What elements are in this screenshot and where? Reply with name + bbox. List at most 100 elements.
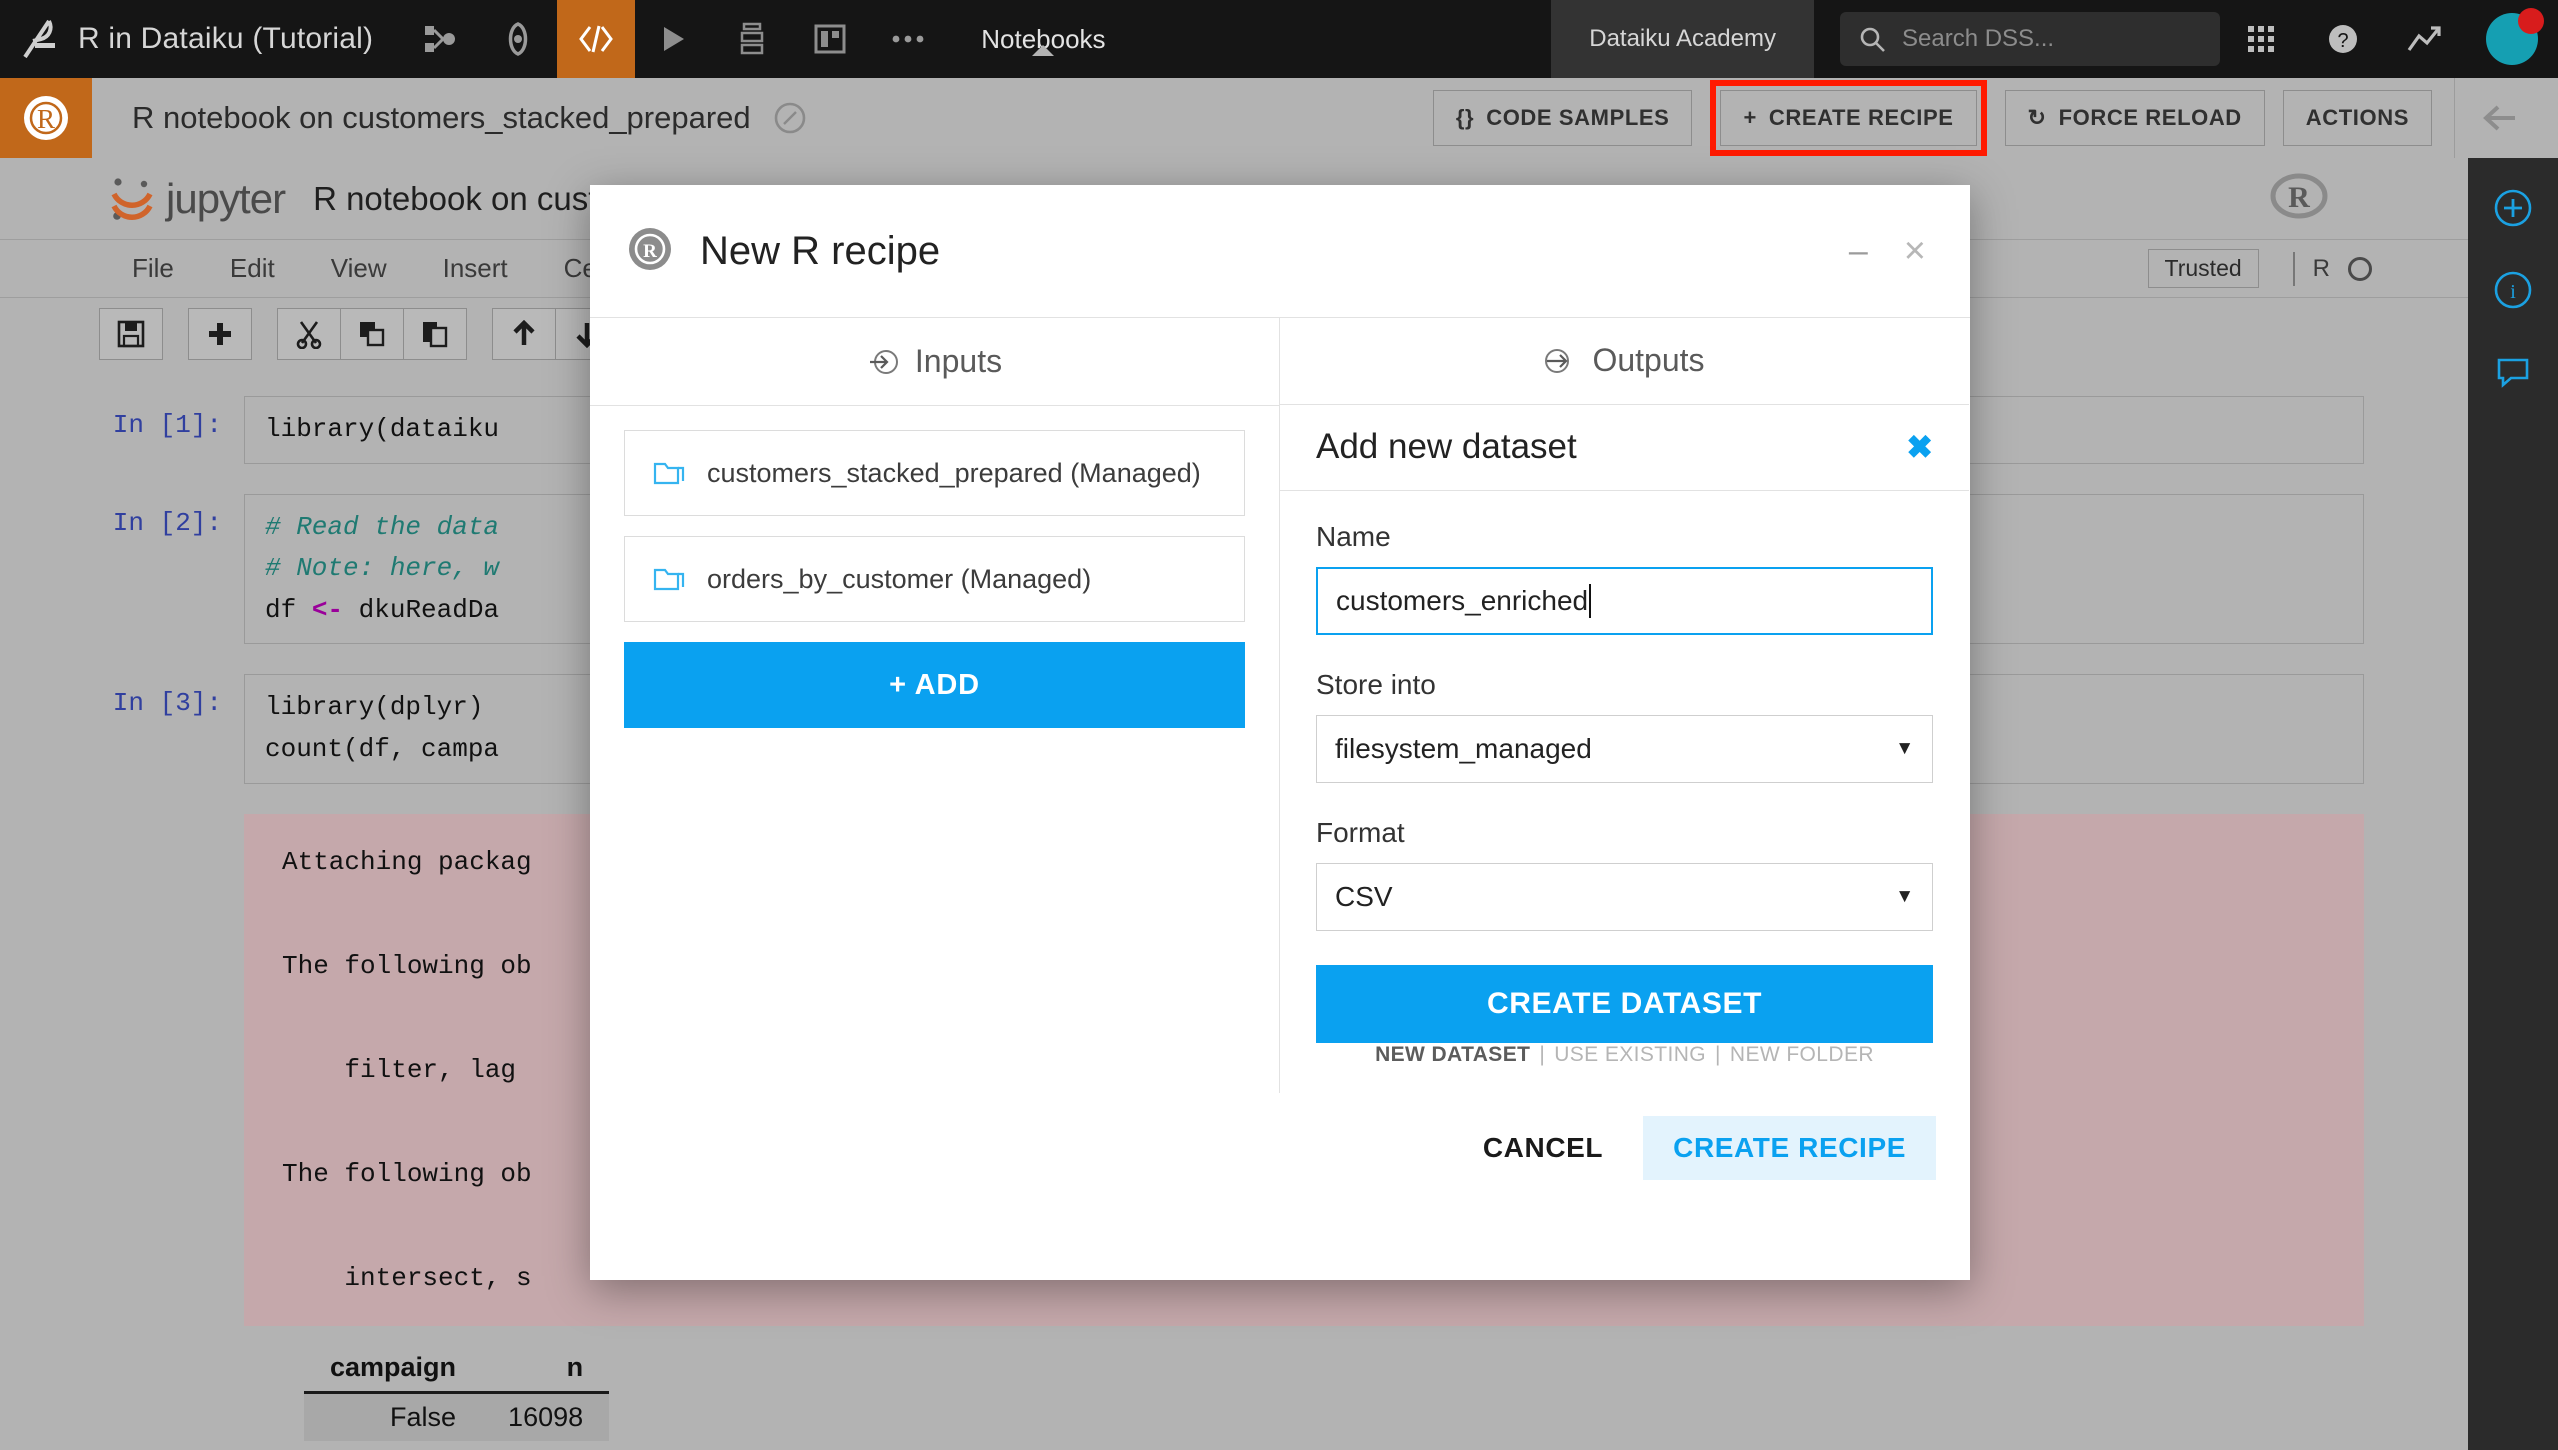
cell-campaign: False xyxy=(304,1392,483,1441)
new-recipe-modal: R New R recipe – × Inputs customers_stac… xyxy=(590,185,1970,1280)
jupyter-logo-icon[interactable]: jupyter xyxy=(104,170,286,228)
page-title: R notebook on customers_stacked_prepared xyxy=(132,100,751,135)
tab-inputs[interactable]: Inputs xyxy=(590,318,1279,406)
output-line: filter, lag xyxy=(282,1054,517,1085)
create-dataset-button[interactable]: CREATE DATASET xyxy=(1316,965,1933,1043)
input-dataset-item[interactable]: customers_stacked_prepared (Managed) xyxy=(624,430,1245,516)
input-dataset-label: customers_stacked_prepared (Managed) xyxy=(707,457,1201,488)
modal-title: New R recipe xyxy=(700,228,941,273)
column-header-n: n xyxy=(482,1343,610,1394)
cancel-button[interactable]: CANCEL xyxy=(1453,1116,1633,1180)
store-into-select[interactable]: filesystem_managed ▼ xyxy=(1316,715,1933,783)
copy-cell-button[interactable] xyxy=(340,308,404,360)
current-section-tab[interactable]: Notebooks xyxy=(947,24,1139,56)
code-icon[interactable] xyxy=(557,0,636,78)
add-icon[interactable] xyxy=(2489,184,2537,232)
create-recipe-submit-button[interactable]: CREATE RECIPE xyxy=(1643,1116,1936,1180)
divider: | xyxy=(1715,1043,1721,1066)
activity-icon[interactable] xyxy=(2384,0,2466,78)
collapse-rail-button[interactable] xyxy=(2454,78,2544,158)
project-title[interactable]: R in Dataiku (Tutorial) xyxy=(78,22,401,56)
jupyter-wordmark: jupyter xyxy=(166,174,286,222)
code-line: # Note: here, w xyxy=(265,553,500,584)
mode-link-use-existing[interactable]: USE EXISTING xyxy=(1554,1043,1706,1067)
flow-icon[interactable] xyxy=(401,0,479,78)
lab-icon[interactable] xyxy=(479,0,557,78)
top-navbar: R in Dataiku (Tutorial) Notebooks Dataik… xyxy=(0,0,2558,78)
code-line: # Read the data xyxy=(265,511,500,542)
store-into-value: filesystem_managed xyxy=(1335,733,1592,764)
play-icon[interactable] xyxy=(635,0,713,78)
add-dataset-form: Name customers_enriched Store into files… xyxy=(1280,491,1969,1093)
close-icon[interactable]: × xyxy=(1904,232,1926,270)
app-root: R in Dataiku (Tutorial) Notebooks Dataik… xyxy=(0,0,2558,1450)
cell-prompt: In [3]: xyxy=(112,688,222,719)
force-reload-label: FORCE RELOAD xyxy=(2058,105,2242,130)
discussions-icon[interactable] xyxy=(2489,348,2537,396)
move-cell-up-button[interactable] xyxy=(492,308,556,360)
cell-n: 16098 xyxy=(482,1392,610,1441)
code-samples-label: CODE SAMPLES xyxy=(1486,105,1670,130)
chevron-down-icon: ▼ xyxy=(1895,886,1914,907)
dataset-name-input[interactable]: customers_enriched xyxy=(1316,567,1933,635)
help-icon[interactable]: ? xyxy=(2302,0,2384,78)
more-icon[interactable] xyxy=(869,0,947,78)
input-dataset-item[interactable]: orders_by_customer (Managed) xyxy=(624,536,1245,622)
jobs-icon[interactable] xyxy=(713,0,791,78)
format-label: Format xyxy=(1316,817,1405,848)
column-header-campaign: campaign xyxy=(304,1343,483,1394)
tab-inputs-label: Inputs xyxy=(914,343,1003,379)
dataset-name-value: customers_enriched xyxy=(1336,585,1589,616)
kernel-separator xyxy=(2292,251,2295,286)
result-table: campaign n False 16098 True 5100 xyxy=(304,1343,610,1450)
table-header-row: campaign n xyxy=(304,1343,610,1394)
code-samples-button[interactable]: {} CODE SAMPLES xyxy=(1432,90,1693,146)
menu-view[interactable]: View xyxy=(303,253,415,284)
format-value: CSV xyxy=(1335,881,1393,912)
table-row: True 5100 xyxy=(304,1441,609,1450)
save-button[interactable] xyxy=(99,308,163,360)
outputs-panel: Outputs Add new dataset ✖ Name customers… xyxy=(1280,318,1969,1093)
info-icon[interactable]: i xyxy=(2489,266,2537,314)
output-line: intersect, s xyxy=(282,1262,532,1293)
mode-link-new-dataset[interactable]: NEW DATASET xyxy=(1375,1043,1530,1067)
dataset-folder-icon xyxy=(653,462,685,485)
output-line: The following ob xyxy=(282,1158,532,1189)
kernel-status-icon xyxy=(2348,256,2372,281)
modal-body: Inputs customers_stacked_prepared (Manag… xyxy=(590,318,1970,1093)
create-recipe-button[interactable]: + CREATE RECIPE xyxy=(1720,90,1977,146)
notebook-header-bar: R R notebook on customers_stacked_prepar… xyxy=(0,78,2558,158)
insert-cell-button[interactable] xyxy=(188,308,252,360)
create-recipe-label: CREATE RECIPE xyxy=(1768,105,1954,130)
toolbar-group-edit xyxy=(277,308,467,360)
actions-button[interactable]: ACTIONS xyxy=(2282,90,2432,146)
force-reload-button[interactable]: ↻ FORCE RELOAD xyxy=(2004,90,2265,146)
menu-insert[interactable]: Insert xyxy=(415,253,536,284)
dashboard-icon[interactable] xyxy=(791,0,869,78)
cut-cell-button[interactable] xyxy=(277,308,341,360)
apps-grid-icon[interactable] xyxy=(2220,0,2302,78)
dataiku-logo-icon[interactable] xyxy=(0,0,78,78)
close-x-icon[interactable]: ✖ xyxy=(1906,428,1933,466)
search-input[interactable]: Search DSS... xyxy=(1840,12,2220,66)
format-select[interactable]: CSV ▼ xyxy=(1316,863,1933,931)
menu-edit[interactable]: Edit xyxy=(202,253,303,284)
arrow-out-circle-icon xyxy=(1545,348,1570,373)
modal-header: R New R recipe – × xyxy=(590,185,1970,318)
notification-badge xyxy=(2518,8,2544,34)
trusted-badge[interactable]: Trusted xyxy=(2147,249,2259,288)
add-input-button[interactable]: + ADD xyxy=(624,642,1245,728)
menu-file[interactable]: File xyxy=(104,253,202,284)
mode-link-new-folder[interactable]: NEW FOLDER xyxy=(1730,1043,1874,1067)
output-mode-links: NEW DATASET | USE EXISTING | NEW FOLDER xyxy=(1316,1043,1933,1093)
globe-icon[interactable] xyxy=(773,101,807,135)
paste-cell-button[interactable] xyxy=(403,308,467,360)
tab-outputs-label: Outputs xyxy=(1592,342,1705,379)
academy-link[interactable]: Dataiku Academy xyxy=(1551,0,1814,78)
kernel-indicator[interactable]: R xyxy=(2292,251,2372,286)
tab-outputs[interactable]: Outputs xyxy=(1280,318,1969,405)
toolbar-group-insert xyxy=(188,308,252,360)
avatar[interactable] xyxy=(2466,0,2558,78)
minimize-icon[interactable]: – xyxy=(1849,234,1868,268)
r-recipe-icon: R xyxy=(626,225,674,278)
